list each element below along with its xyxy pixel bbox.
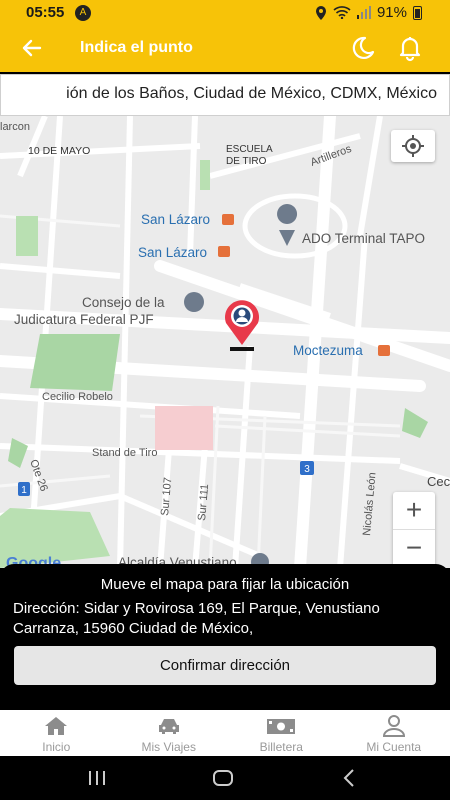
system-back-icon[interactable] [340,768,358,788]
system-navigation-bar [0,756,450,800]
status-icons: 91% [315,4,422,21]
map-canvas[interactable]: 3 1 larcon 10 DE MAYO ESCUELA DE TIRO Ar… [0,116,450,568]
map-label-san-lazaro-1: San Lázaro [141,212,210,227]
signal-icon [356,6,371,19]
tab-label: Inicio [42,740,71,754]
map-view[interactable]: 3 1 larcon 10 DE MAYO ESCUELA DE TIRO Ar… [0,116,450,568]
address-search-input[interactable]: ión de los Baños, Ciudad de México, CDMX… [0,74,450,116]
tab-mis-viajes[interactable]: Mis Viajes [113,710,226,756]
notification-bell-icon[interactable] [396,34,424,62]
user-icon [382,715,405,737]
tab-label: Mis Viajes [141,740,196,754]
tab-billetera[interactable]: Billetera [225,710,338,756]
wifi-icon [333,6,351,19]
home-icon [45,717,68,735]
park-area [30,334,120,391]
car-icon [158,719,179,734]
page-title: Indica el punto [80,39,193,56]
tab-label: Mi Cuenta [366,740,422,754]
recents-icon[interactable] [86,770,108,786]
map-label-ado-terminal: ADO Terminal TAPO [302,231,425,246]
selected-address: Dirección: Sidar y Rovirosa 169, El Parq… [13,600,380,637]
address-panel: Mueve el mapa para fijar la ubicación Di… [0,564,450,710]
tab-label: Billetera [259,740,303,754]
metro-icon [378,345,390,356]
status-bar: 05:55 A 91% [0,0,450,26]
tab-mi-cuenta[interactable]: Mi Cuenta [338,710,450,756]
my-location-button[interactable] [391,130,435,162]
map-label-10-de-mayo: 10 DE MAYO [28,145,90,157]
map-label-cecilio-robelo: Cecilio Robelo [42,391,113,403]
zoom-in-button[interactable]: + [393,492,435,530]
battery-percent: 91% [376,4,407,21]
tab-inicio[interactable]: Inicio [0,710,113,756]
map-label-escuela: ESCUELA [226,144,273,155]
move-map-hint: Mueve el mapa para fijar la ubicación [100,576,350,593]
road-shield-3: 3 [304,464,310,475]
crosshair-icon [402,135,424,157]
map-label-de-tiro: DE TIRO [226,156,267,167]
home-button-icon[interactable] [212,768,234,788]
back-arrow-icon[interactable] [18,34,46,62]
map-label-cec: Cec [427,474,450,489]
app-bar: Indica el punto [0,26,450,72]
battery-icon [413,5,422,20]
map-label-moctezuma: Moctezuma [293,343,363,358]
bottom-navigation: Inicio Mis Viajes Billetera Mi Cuenta [0,710,450,756]
location-icon [315,5,326,20]
metro-icon [218,246,230,257]
map-label-arcon: larcon [0,121,30,133]
address-search-value: ión de los Baños, Ciudad de México, CDMX… [66,85,437,102]
road-shield-1: 1 [21,485,27,496]
confirm-address-button[interactable]: Confirmar dirección [14,646,436,685]
zoom-controls: + − [393,492,435,568]
map-label-judicatura: Judicatura Federal PJF [14,312,154,327]
wallet-icon [267,719,296,734]
status-time: 05:55 [26,4,65,21]
map-label-consejo: Consejo de la [82,295,165,310]
metro-icon [222,214,234,225]
map-label-stand-de-tiro: Stand de Tiro [92,447,157,459]
zoom-out-button[interactable]: − [393,530,435,568]
dark-mode-moon-icon[interactable] [348,34,376,62]
navigation-badge-icon: A [75,5,91,21]
government-pin-icon [184,292,204,312]
map-label-san-lazaro-2: San Lázaro [138,245,207,260]
